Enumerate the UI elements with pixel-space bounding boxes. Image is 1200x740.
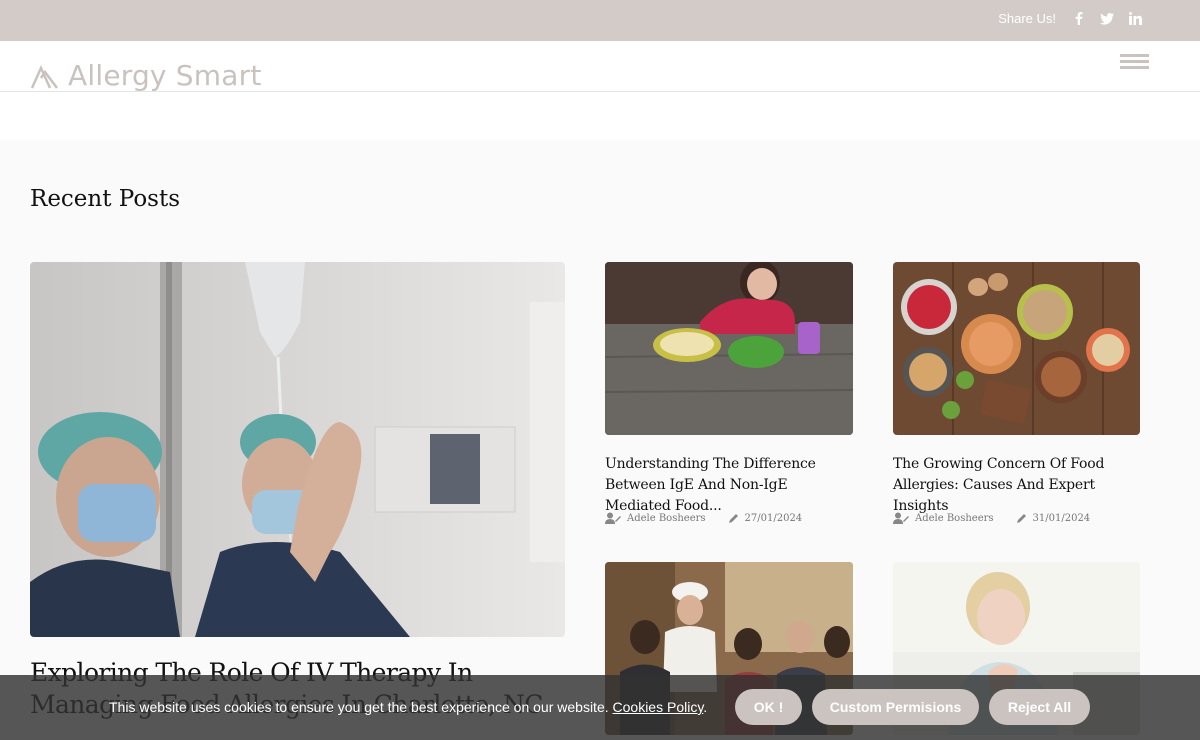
cookie-period: . (703, 699, 708, 715)
post-meta: Adele Bosheers 31/01/2024 (893, 512, 1090, 524)
section-title: Recent Posts (30, 186, 181, 212)
post-author[interactable]: Adele Bosheers (915, 513, 994, 524)
pen-icon (1016, 513, 1026, 523)
post-title[interactable]: The Growing Concern Of Food Allergies: C… (893, 454, 1145, 517)
pen-icon (728, 513, 738, 523)
cookie-banner: This website uses cookies to ensure you … (0, 675, 1200, 740)
post-date: 31/01/2024 (1032, 512, 1091, 524)
post-image[interactable] (605, 262, 853, 435)
post-meta: Adele Bosheers 27/01/2024 (605, 512, 802, 524)
linkedin-icon[interactable] (1128, 12, 1142, 26)
cookie-message-text: This website uses cookies to ensure you … (109, 699, 609, 715)
recent-posts-section: Recent Posts Exploring The Role Of IV Th… (0, 140, 1200, 740)
post-author[interactable]: Adele Bosheers (627, 513, 706, 524)
brand-name: Allergy Smart (68, 59, 262, 92)
logo-mark-icon (30, 64, 58, 89)
post-image[interactable] (893, 262, 1140, 435)
share-bar: Share Us! (998, 11, 1142, 26)
site-logo[interactable]: Allergy Smart (30, 59, 262, 92)
cookie-custom-permissions-button[interactable]: Custom Permisions (812, 689, 979, 725)
twitter-icon[interactable] (1100, 12, 1114, 26)
author-icon (605, 512, 621, 524)
post-title[interactable]: Understanding The Difference Between IgE… (605, 454, 857, 517)
share-label: Share Us! (998, 11, 1056, 26)
main-navbar: Allergy Smart (0, 41, 1200, 92)
cookie-reject-all-button[interactable]: Reject All (989, 689, 1090, 725)
menu-hamburger-icon[interactable] (1120, 54, 1149, 70)
top-bar: Share Us! (0, 0, 1200, 41)
cookie-ok-button[interactable]: OK ! (735, 689, 802, 725)
cookie-policy-link[interactable]: Cookies Policy (613, 699, 704, 715)
facebook-icon[interactable] (1072, 12, 1086, 26)
author-icon (893, 512, 909, 524)
post-date: 27/01/2024 (744, 512, 803, 524)
featured-post-image[interactable] (30, 262, 565, 637)
cookie-message: This website uses cookies to ensure you … (109, 699, 707, 715)
